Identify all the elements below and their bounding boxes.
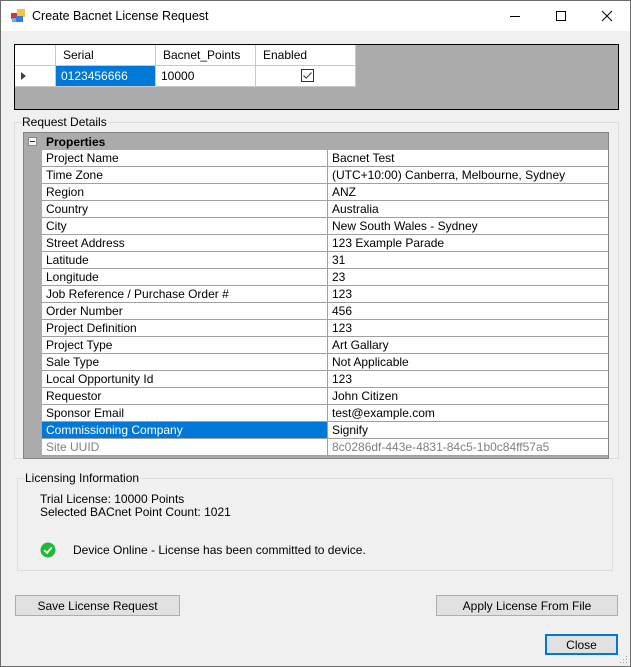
property-name[interactable]: Time Zone	[42, 167, 328, 183]
property-value[interactable]: Not Applicable	[329, 354, 608, 370]
maximize-icon	[556, 11, 566, 21]
property-name[interactable]: Sale Type	[42, 354, 328, 370]
close-window-button[interactable]	[584, 1, 630, 31]
property-row[interactable]: Longitude 23	[42, 269, 608, 286]
property-name[interactable]: City	[42, 218, 328, 234]
property-value[interactable]: Art Gallary	[329, 337, 608, 353]
column-header-bacnet-points[interactable]: Bacnet_Points	[156, 45, 256, 66]
property-row[interactable]: Project Name Bacnet Test	[42, 150, 608, 167]
minimize-icon	[510, 16, 520, 17]
close-icon	[601, 10, 613, 22]
property-name[interactable]: Project Definition	[42, 320, 328, 336]
apply-license-from-file-button[interactable]: Apply License From File	[436, 595, 618, 616]
trial-license-text: Trial License: 10000 Points	[40, 492, 185, 506]
request-details-legend: Request Details	[21, 115, 108, 129]
row-header[interactable]	[15, 66, 56, 87]
property-rows: Project Name Bacnet Test Time Zone (UTC+10:…	[42, 150, 608, 456]
grid-corner-header	[15, 45, 56, 66]
window-title: Create Bacnet License Request	[32, 9, 209, 23]
column-header-enabled[interactable]: Enabled	[256, 45, 356, 66]
property-row[interactable]: Order Number 456	[42, 303, 608, 320]
property-value[interactable]: Australia	[329, 201, 608, 217]
property-row[interactable]: Job Reference / Purchase Order #123	[42, 286, 608, 303]
property-value[interactable]: 23	[329, 269, 608, 285]
property-row[interactable]: Sponsor Email test@example.com	[42, 405, 608, 422]
property-row[interactable]: Country Australia	[42, 201, 608, 218]
request-details-group: Request Details Properties Project Name B…	[14, 115, 619, 459]
property-value[interactable]: Bacnet Test	[329, 150, 608, 166]
property-row[interactable]: Commissioning Company Signify	[42, 422, 608, 439]
property-name[interactable]: Job Reference / Purchase Order #	[42, 286, 328, 302]
maximize-button[interactable]	[538, 1, 584, 31]
property-value[interactable]: 31	[329, 252, 608, 268]
property-value[interactable]: ANZ	[329, 184, 608, 200]
property-row[interactable]: Requestor John Citizen	[42, 388, 608, 405]
property-name[interactable]: Project Type	[42, 337, 328, 353]
property-row[interactable]: Local Opportunity Id 123	[42, 371, 608, 388]
property-name[interactable]: Site UUID	[42, 439, 328, 455]
property-row[interactable]: Latitude 31	[42, 252, 608, 269]
property-name[interactable]: Local Opportunity Id	[42, 371, 328, 387]
property-name[interactable]: Region	[42, 184, 328, 200]
point-count-text: Selected BACnet Point Count: 1021	[40, 505, 231, 519]
licensing-information-group: Licensing Information Trial License: 100…	[17, 471, 613, 571]
enabled-cell[interactable]	[256, 66, 356, 87]
property-name[interactable]: Sponsor Email	[42, 405, 328, 421]
bacnet-points-cell[interactable]: 10000	[156, 66, 256, 87]
property-value[interactable]: 8c0286df-443e-4831-84c5-1b0c84ff57a5	[329, 439, 608, 455]
property-row[interactable]: Project Definition 123	[42, 320, 608, 337]
save-license-request-button[interactable]: Save License Request	[15, 595, 180, 616]
property-grid[interactable]: Properties Project Name Bacnet Test Time Z…	[23, 132, 609, 459]
property-value[interactable]: test@example.com	[329, 405, 608, 421]
property-value[interactable]: Signify	[329, 422, 608, 438]
property-value[interactable]: 456	[329, 303, 608, 319]
property-value[interactable]: 123	[329, 286, 608, 302]
app-icon	[11, 9, 25, 22]
property-name[interactable]: Order Number	[42, 303, 328, 319]
serial-data-grid[interactable]: Serial Bacnet_Points Enabled 0123456666 …	[14, 44, 619, 110]
column-header-serial[interactable]: Serial	[56, 45, 156, 66]
minimize-button[interactable]	[492, 1, 538, 31]
property-value[interactable]: 123 Example Parade	[329, 235, 608, 251]
property-row[interactable]: Street Address 123 Example Parade	[42, 235, 608, 252]
dialog-window: Create Bacnet License Request Serial Bac…	[0, 0, 631, 667]
serial-cell[interactable]: 0123456666	[56, 66, 156, 87]
property-name[interactable]: Project Name	[42, 150, 328, 166]
property-value[interactable]: 123	[329, 320, 608, 336]
property-value[interactable]: John Citizen	[329, 388, 608, 404]
property-value[interactable]: New South Wales - Sydney	[329, 218, 608, 234]
property-name[interactable]: Requestor	[42, 388, 328, 404]
device-status-text: Device Online - License has been committ…	[73, 543, 366, 557]
current-row-arrow-icon	[21, 72, 26, 80]
enabled-checkbox[interactable]	[301, 69, 314, 82]
property-row[interactable]: Site UUID 8c0286df-443e-4831-84c5-1b0c84f…	[42, 439, 608, 456]
property-name[interactable]: Latitude	[42, 252, 328, 268]
property-row[interactable]: Project Type Art Gallary	[42, 337, 608, 354]
collapse-icon[interactable]	[28, 137, 37, 146]
property-name[interactable]: Commissioning Company	[42, 422, 328, 438]
check-circle-icon	[40, 542, 56, 558]
property-value[interactable]: 123	[329, 371, 608, 387]
property-row[interactable]: Sale Type Not Applicable	[42, 354, 608, 371]
property-name[interactable]: Country	[42, 201, 328, 217]
licensing-information-legend: Licensing Information	[24, 471, 141, 485]
properties-category[interactable]: Properties	[24, 133, 608, 150]
property-row[interactable]: City New South Wales - Sydney	[42, 218, 608, 235]
property-row[interactable]: Region ANZ	[42, 184, 608, 201]
category-label: Properties	[46, 135, 106, 149]
property-name[interactable]: Longitude	[42, 269, 328, 285]
close-button[interactable]: Close	[545, 634, 618, 655]
title-bar[interactable]: Create Bacnet License Request	[1, 1, 630, 31]
property-row[interactable]: Time Zone (UTC+10:00) Canberra, Melbourne…	[42, 167, 608, 184]
property-value[interactable]: (UTC+10:00) Canberra, Melbourne, Sydney	[329, 167, 608, 183]
resize-grip-icon[interactable]	[618, 654, 628, 664]
property-name[interactable]: Street Address	[42, 235, 328, 251]
checkmark-icon	[303, 72, 312, 79]
